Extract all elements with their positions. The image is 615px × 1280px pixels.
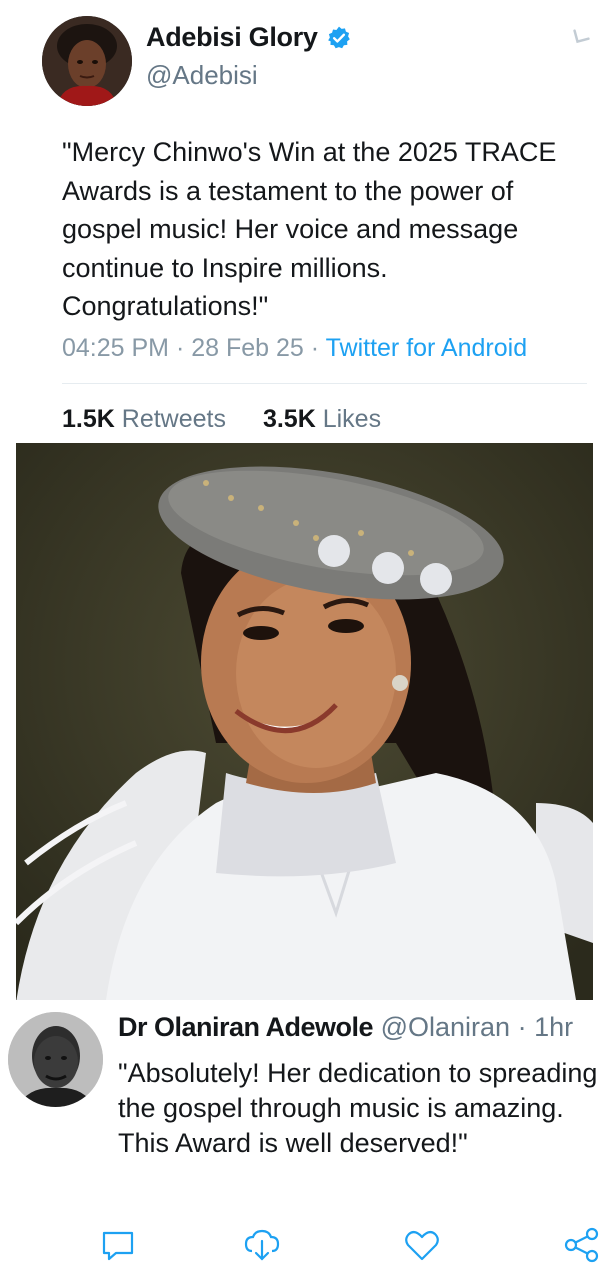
author-display-name[interactable]: Adebisi Glory bbox=[146, 22, 318, 53]
reply-author-avatar[interactable] bbox=[8, 1012, 103, 1107]
author-name-row: Adebisi Glory bbox=[146, 22, 352, 53]
tweet-text: "Mercy Chinwo's Win at the 2025 TRACE Aw… bbox=[62, 137, 557, 321]
likes-count[interactable]: 3.5K bbox=[263, 405, 316, 433]
meta-separator: · bbox=[175, 334, 192, 362]
meta-separator: · bbox=[310, 334, 326, 362]
tweet-action-bar bbox=[0, 1225, 615, 1270]
reply-icon[interactable] bbox=[98, 1225, 138, 1265]
reply-text: "Absolutely! Her dedication to spreading… bbox=[118, 1058, 598, 1158]
author-avatar[interactable] bbox=[42, 16, 132, 106]
reply-handle[interactable]: @Olaniran bbox=[381, 1012, 510, 1042]
reply-display-name[interactable]: Dr Olaniran Adewole bbox=[118, 1012, 374, 1042]
divider bbox=[62, 383, 587, 384]
retweets-label[interactable]: Retweets bbox=[122, 405, 226, 433]
verified-badge-icon bbox=[326, 25, 352, 51]
retweets-count[interactable]: 1.5K bbox=[62, 405, 115, 433]
reply-tweet[interactable]: Dr Olaniran Adewole @Olaniran · 1hr "Abs… bbox=[0, 1000, 615, 1210]
reply-avatar-image bbox=[8, 1012, 103, 1107]
author-avatar-image bbox=[42, 16, 132, 106]
tweet-source-link[interactable]: Twitter for Android bbox=[326, 334, 527, 362]
reply-time-separator: · bbox=[517, 1012, 535, 1042]
share-icon[interactable] bbox=[562, 1225, 602, 1265]
chevron-down-icon[interactable] bbox=[568, 28, 590, 50]
likes-label[interactable]: Likes bbox=[323, 405, 381, 433]
tweet-time: 04:25 PM bbox=[62, 334, 170, 362]
reply-time: 1hr bbox=[534, 1012, 574, 1042]
reply-header: Dr Olaniran Adewole @Olaniran · 1hr bbox=[118, 1012, 573, 1043]
tweet-photo-image bbox=[16, 443, 593, 1000]
like-icon[interactable] bbox=[402, 1225, 442, 1265]
tweet-photo[interactable] bbox=[16, 443, 593, 1000]
author-handle[interactable]: @Adebisi bbox=[146, 60, 258, 91]
retweet-icon[interactable] bbox=[242, 1225, 282, 1265]
tweet-meta: 04:25 PM · 28 Feb 25 · Twitter for Andro… bbox=[62, 334, 527, 363]
tweet-stats: 1.5K Retweets 3.5K Likes bbox=[62, 405, 411, 434]
tweet-date: 28 Feb 25 bbox=[191, 334, 304, 362]
tweet-header: Adebisi Glory @Adebisi bbox=[0, 0, 615, 120]
